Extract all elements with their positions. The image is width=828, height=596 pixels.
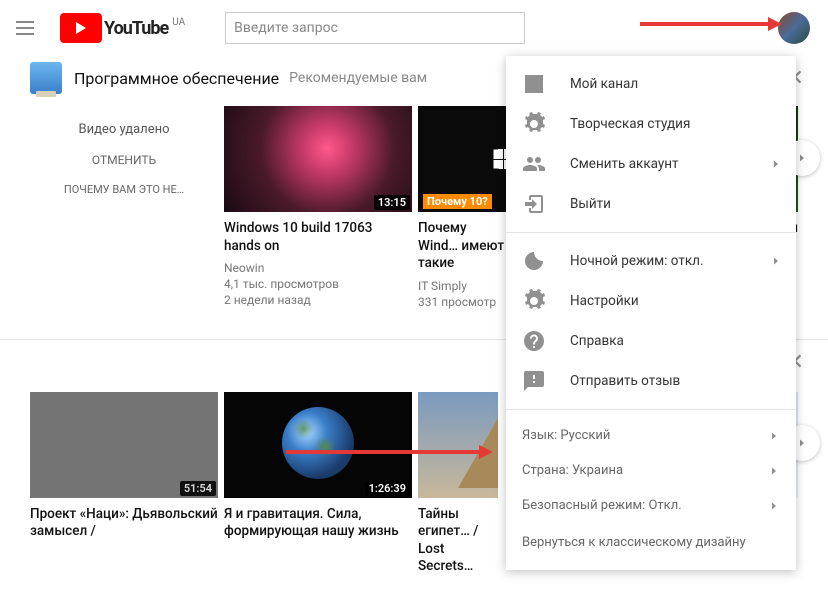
header: YouTube UA Введите запрос <box>0 0 828 56</box>
video-channel[interactable]: Neowin <box>224 261 412 275</box>
thumb-overlay-text: Почему 10? <box>423 194 492 209</box>
account-dropdown-menu: Мой канал Творческая студия Сменить акка… <box>506 56 796 570</box>
chevron-right-icon <box>768 465 780 477</box>
deleted-video-card: Видео удалено ОТМЕНИТЬ ПОЧЕМУ ВАМ ЭТО НЕ… <box>30 106 218 309</box>
feedback-icon <box>522 369 546 393</box>
undo-button[interactable]: ОТМЕНИТЬ <box>92 153 156 167</box>
logo-region: UA <box>172 17 185 28</box>
menu-label: Вернуться к классическому дизайну <box>522 535 746 550</box>
menu-item-feedback[interactable]: Отправить отзыв <box>506 361 796 401</box>
menu-divider <box>506 232 796 233</box>
logo-text: YouTube <box>104 18 168 39</box>
menu-item-creator-studio[interactable]: Творческая студия <box>506 104 796 144</box>
video-thumbnail[interactable]: V Почему 10? <box>418 106 506 212</box>
chevron-right-icon <box>768 430 780 442</box>
video-time: 2 недели назад <box>224 293 412 307</box>
help-icon <box>522 329 546 353</box>
menu-label: Безопасный режим: Откл. <box>522 498 682 513</box>
menu-item-location[interactable]: Страна: Украина <box>506 453 796 488</box>
video-card[interactable]: 1:26:39 Я и гравитация. Сила, формирующа… <box>224 392 412 576</box>
video-card[interactable]: V Почему 10? Почему Wind… имеют такие IT… <box>418 106 506 309</box>
section-title[interactable]: Программное обеспечение <box>74 69 279 88</box>
video-title[interactable]: Проект «Наци»: Дьявольский замысел / <box>30 506 218 541</box>
youtube-logo[interactable]: YouTube UA <box>60 13 185 43</box>
video-title[interactable]: Windows 10 build 17063 hands on <box>224 220 412 255</box>
people-icon <box>522 152 546 176</box>
menu-label: Ночной режим: откл. <box>570 253 704 269</box>
video-title[interactable]: Почему Wind… имеют такие <box>418 220 506 273</box>
menu-item-sign-out[interactable]: Выйти <box>506 184 796 224</box>
video-thumbnail[interactable]: 51:54 <box>30 392 218 498</box>
video-thumbnail[interactable]: 1:26:39 <box>224 392 412 498</box>
video-card[interactable]: 51:54 Проект «Наци»: Дьявольский замысел… <box>30 392 218 576</box>
menu-label: Творческая студия <box>570 116 690 132</box>
duration-badge: 1:26:39 <box>365 481 410 496</box>
search-placeholder: Введите запрос <box>234 20 338 36</box>
account-box-icon <box>522 72 546 96</box>
deleted-title: Видео удалено <box>78 122 169 137</box>
menu-item-settings[interactable]: Настройки <box>506 281 796 321</box>
menu-label: Выйти <box>570 196 611 212</box>
video-title[interactable]: Я и гравитация. Сила, формирующая нашу ж… <box>224 506 412 541</box>
annotation-arrow <box>286 450 481 454</box>
chevron-right-icon <box>770 255 782 267</box>
chevron-right-icon <box>770 158 782 170</box>
menu-label: Настройки <box>570 293 639 309</box>
menu-item-switch-account[interactable]: Сменить аккаунт <box>506 144 796 184</box>
menu-label: Отправить отзыв <box>570 373 680 389</box>
video-thumbnail[interactable]: 13:15 <box>224 106 412 212</box>
why-link[interactable]: ПОЧЕМУ ВАМ ЭТО НЕ… <box>34 183 214 196</box>
duration-badge: 13:15 <box>374 195 410 210</box>
video-title[interactable]: Тайны египет… / Lost Secrets… <box>418 506 498 576</box>
menu-label: Язык: Русский <box>522 428 610 443</box>
hamburger-menu-button[interactable] <box>16 16 40 40</box>
moon-icon <box>522 249 546 273</box>
section-icon <box>30 62 62 94</box>
menu-item-my-channel[interactable]: Мой канал <box>506 64 796 104</box>
gear-icon <box>522 112 546 136</box>
menu-label: Сменить аккаунт <box>570 156 679 172</box>
video-views: 4,1 тыс. просмотров <box>224 277 412 291</box>
chevron-right-icon <box>768 500 780 512</box>
menu-label: Страна: Украина <box>522 463 623 478</box>
duration-badge: 51:54 <box>180 481 216 496</box>
video-channel[interactable]: IT Simply <box>418 279 506 293</box>
menu-label: Справка <box>570 333 624 349</box>
exit-icon <box>522 192 546 216</box>
menu-divider <box>506 409 796 410</box>
video-views: 331 просмотр <box>418 295 506 309</box>
youtube-play-icon <box>60 13 102 43</box>
section-subtitle: Рекомендуемые вам <box>289 70 427 86</box>
video-card[interactable]: 13:15 Windows 10 build 17063 hands on Ne… <box>224 106 412 309</box>
menu-label: Мой канал <box>570 76 638 92</box>
menu-item-classic-design[interactable]: Вернуться к классическому дизайну <box>506 523 796 562</box>
menu-item-help[interactable]: Справка <box>506 321 796 361</box>
gear-icon <box>522 289 546 313</box>
menu-item-restricted-mode[interactable]: Безопасный режим: Откл. <box>506 488 796 523</box>
menu-item-language[interactable]: Язык: Русский <box>506 418 796 453</box>
search-input[interactable]: Введите запрос <box>225 12 525 44</box>
video-card[interactable]: Тайны египет… / Lost Secrets… <box>418 392 498 576</box>
user-avatar[interactable] <box>778 12 810 44</box>
annotation-arrow <box>640 22 770 26</box>
menu-item-dark-theme[interactable]: Ночной режим: откл. <box>506 241 796 281</box>
